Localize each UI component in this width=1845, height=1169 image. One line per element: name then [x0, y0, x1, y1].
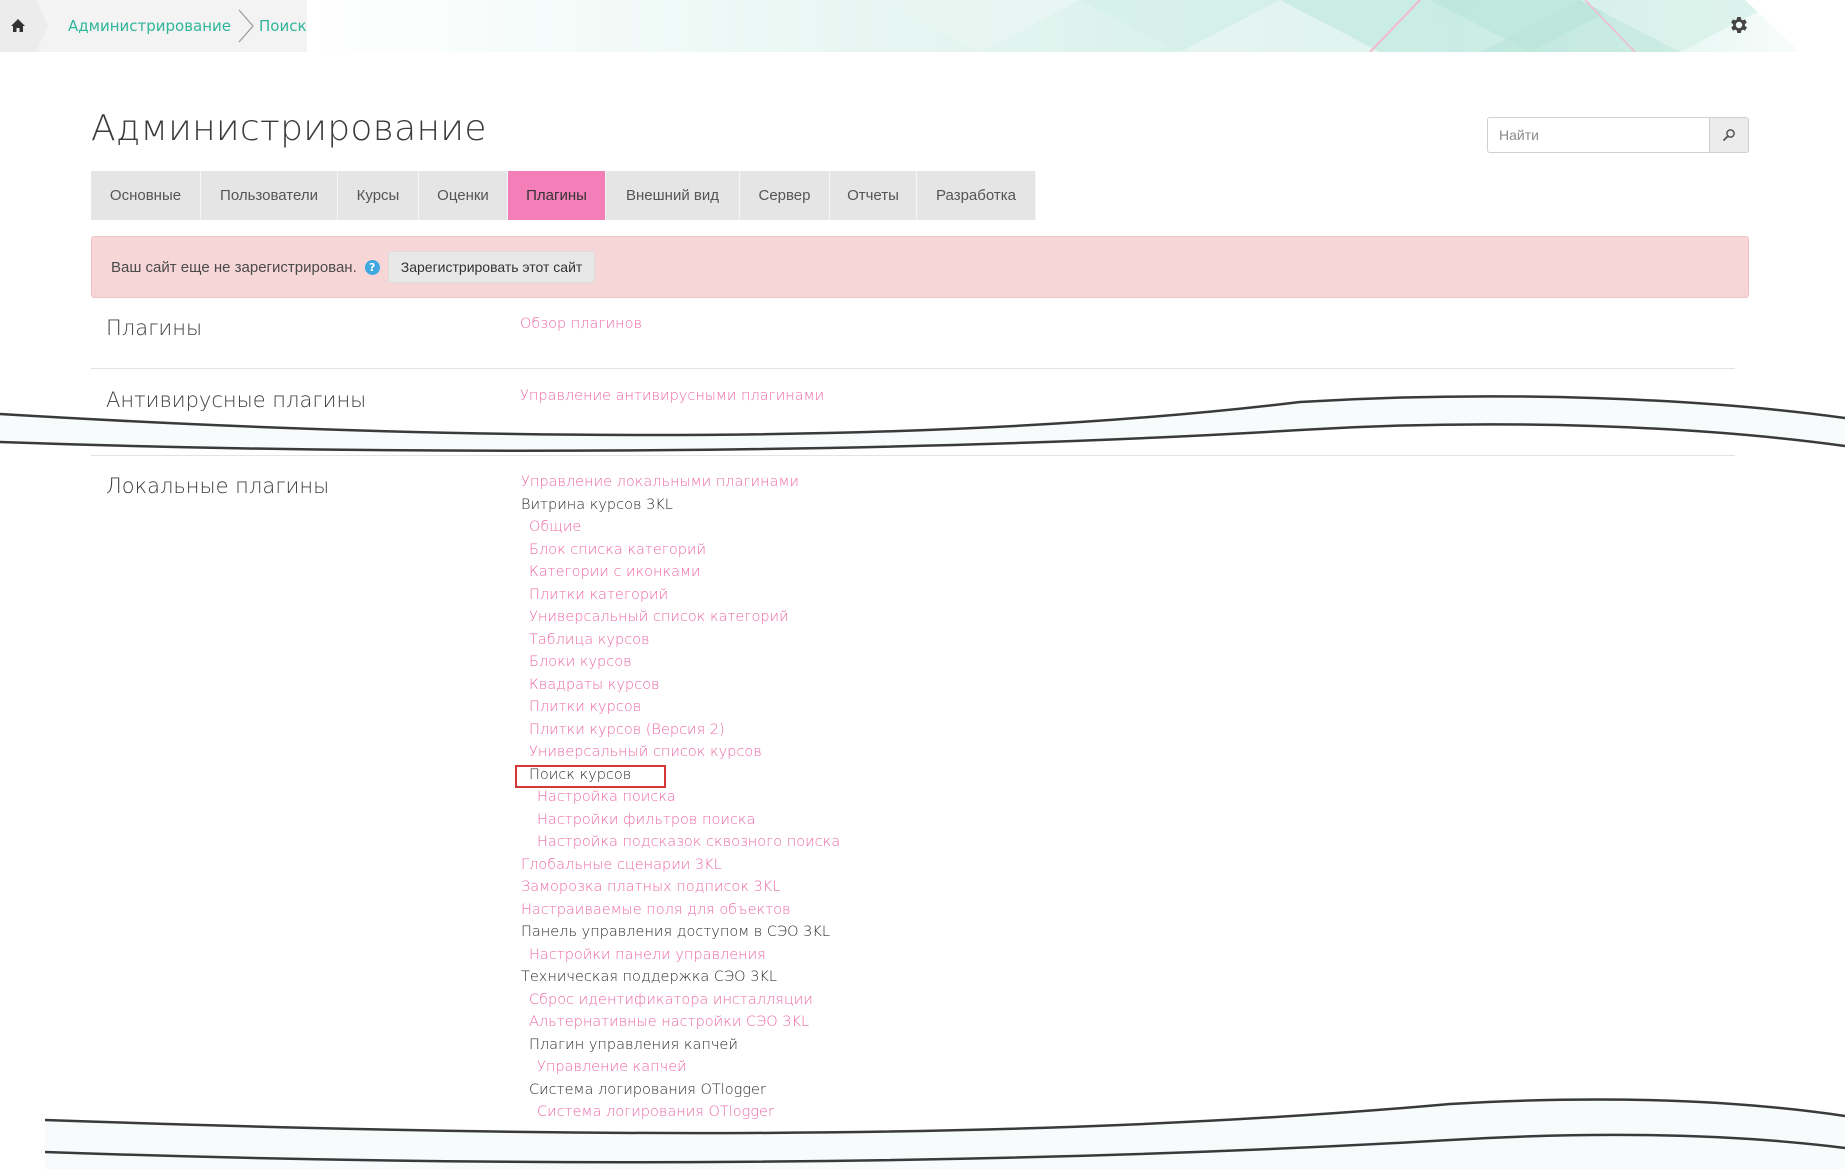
local-plugin-link[interactable]: Управление капчей	[537, 1059, 687, 1075]
local-plugin-link[interactable]: Общие	[529, 519, 581, 535]
local-plugin-category: Панель управления доступом в СЭО 3KL	[521, 924, 830, 940]
question-circle-icon[interactable]: ?	[364, 259, 380, 275]
local-plugin-link[interactable]: Альтернативные настройки СЭО 3KL	[529, 1014, 809, 1030]
local-plugin-link[interactable]: Блоки курсов	[529, 654, 632, 670]
section-title-local: Локальные плагины	[106, 474, 330, 498]
local-plugin-link[interactable]: Настройка подсказок сквозного поиска	[537, 834, 840, 850]
local-plugin-category: Техническая поддержка СЭО 3KL	[521, 969, 778, 985]
register-site-button[interactable]: Зарегистрировать этот сайт	[387, 251, 596, 283]
link-plugins-overview[interactable]: Обзор плагинов	[520, 316, 642, 332]
page-title: Администрирование	[91, 108, 487, 149]
home-icon	[11, 19, 25, 32]
alert-text: Ваш сайт еще не зарегистрирован.	[111, 258, 357, 276]
local-plugin-category: Витрина курсов 3KL	[521, 496, 673, 513]
breadcrumb-item-admin[interactable]: Администрирование	[68, 17, 231, 35]
page-break-decoration	[44, 1098, 1845, 1169]
local-plugin-link[interactable]: Плитки курсов (Версия 2)	[529, 722, 725, 738]
local-plugin-link[interactable]: Настраиваемые поля для объектов	[521, 902, 790, 918]
registration-alert: Ваш сайт еще не зарегистрирован. ? Зарег…	[91, 236, 1749, 298]
highlight-box	[515, 765, 666, 788]
breadcrumb-separator-icon	[36, 0, 48, 52]
section-title-plugins: Плагины	[106, 316, 203, 340]
breadcrumb: Администрирование Поиск	[0, 0, 307, 52]
search-input[interactable]	[1487, 117, 1710, 153]
tab-courses[interactable]: Курсы	[338, 171, 419, 220]
admin-search	[1487, 117, 1749, 153]
local-plugin-link[interactable]: Настройки панели управления	[529, 947, 766, 963]
search-button[interactable]	[1710, 117, 1749, 153]
tab-general[interactable]: Основные	[91, 171, 201, 220]
tab-grades[interactable]: Оценки	[419, 171, 508, 220]
admin-tabs: Основные Пользователи Курсы Оценки Плаги…	[91, 171, 1036, 220]
local-plugin-link[interactable]: Настройки фильтров поиска	[537, 812, 755, 828]
tab-users[interactable]: Пользователи	[201, 171, 338, 220]
local-plugin-link[interactable]: Глобальные сценарии 3KL	[521, 857, 722, 873]
local-plugin-link[interactable]: Заморозка платных подписок 3KL	[521, 879, 780, 895]
local-plugin-link[interactable]: Сброс идентификатора инсталляции	[529, 992, 813, 1008]
local-plugin-category: Плагин управления капчей	[529, 1036, 738, 1053]
tab-development[interactable]: Разработка	[917, 171, 1036, 220]
tab-server[interactable]: Сервер	[740, 171, 830, 220]
local-plugin-link[interactable]: Таблица курсов	[529, 632, 650, 648]
tab-reports[interactable]: Отчеты	[830, 171, 917, 220]
local-plugin-link[interactable]: Управление локальными плагинами	[521, 474, 799, 490]
search-icon	[1723, 129, 1735, 141]
tab-appearance[interactable]: Внешний вид	[606, 171, 740, 220]
breadcrumb-chevron-icon	[238, 9, 254, 43]
gear-icon[interactable]	[1728, 14, 1750, 36]
section-divider	[91, 455, 1735, 456]
breadcrumb-item-search[interactable]: Поиск	[259, 17, 307, 35]
local-plugin-link[interactable]: Квадраты курсов	[529, 677, 659, 693]
home-button[interactable]	[0, 0, 36, 52]
tab-plugins[interactable]: Плагины	[508, 171, 606, 220]
local-plugin-link[interactable]: Категории с иконками	[529, 564, 701, 580]
local-plugin-link[interactable]: Блок списка категорий	[529, 542, 706, 558]
local-plugin-link[interactable]: Универсальный список курсов	[529, 744, 762, 760]
local-plugin-link[interactable]: Плитки категорий	[529, 587, 668, 603]
local-plugin-link[interactable]: Универсальный список категорий	[529, 609, 789, 625]
section-divider	[91, 368, 1735, 369]
page-break-decoration	[0, 395, 1845, 452]
top-navbar: Администрирование Поиск	[0, 0, 1845, 52]
local-plugin-link[interactable]: Настройка поиска	[537, 789, 676, 805]
local-plugin-link[interactable]: Плитки курсов	[529, 699, 641, 715]
